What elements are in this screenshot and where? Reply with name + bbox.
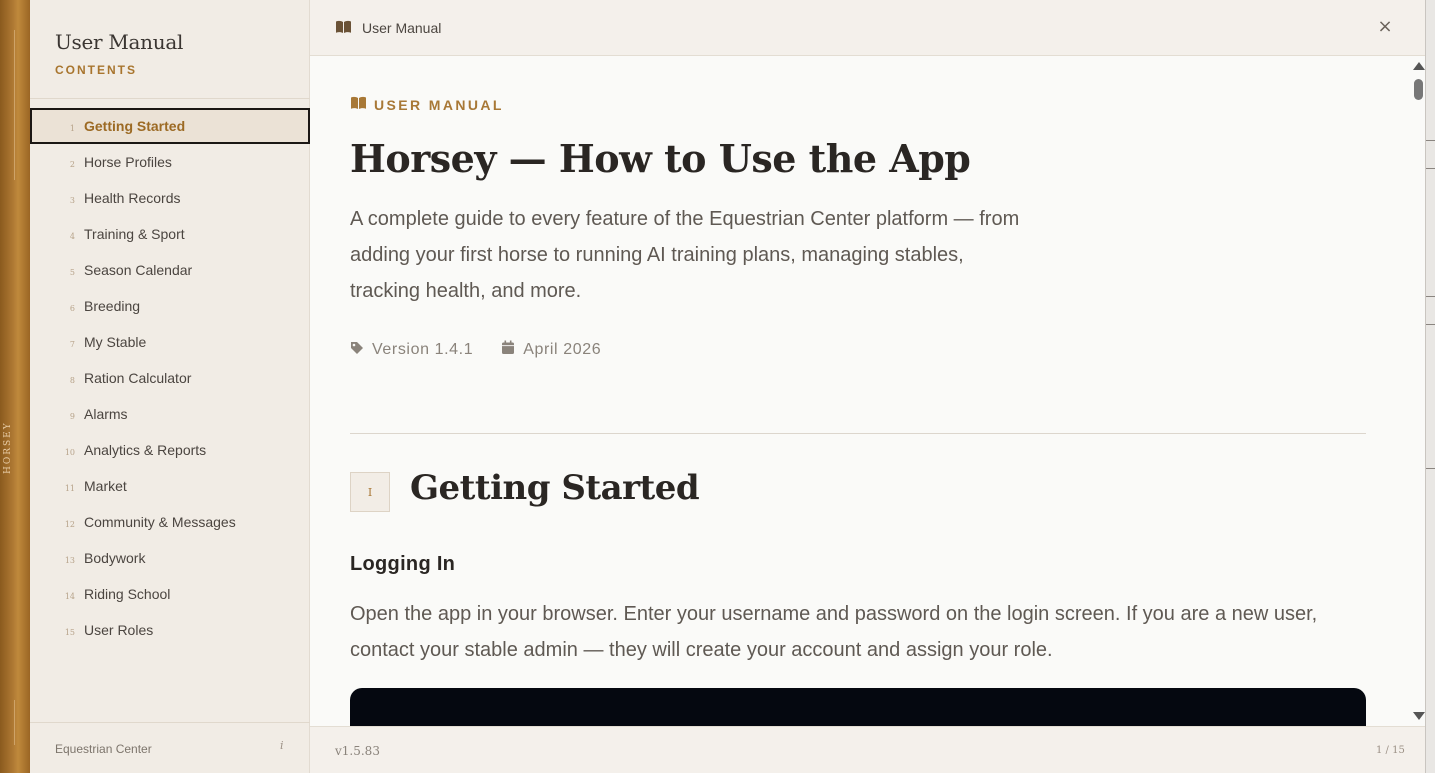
toc-number: 11 <box>64 483 75 493</box>
manual-sidebar: User Manual CONTENTS 1 Getting Started 2… <box>30 0 310 773</box>
edge-tick <box>1426 324 1435 325</box>
panel-title: User Manual <box>362 20 442 36</box>
subsection-title: Logging In <box>350 553 456 575</box>
manual-content: USER MANUAL Horsey — How to Use the App … <box>310 56 1410 726</box>
toc-label: Ration Calculator <box>84 370 192 386</box>
toc-label: Getting Started <box>84 118 186 134</box>
date-text: April 2026 <box>523 340 602 358</box>
toc-label: Bodywork <box>84 550 146 566</box>
scroll-down-arrow-icon[interactable] <box>1413 712 1425 720</box>
close-icon[interactable]: × <box>1376 16 1394 38</box>
date-meta: April 2026 <box>501 340 601 359</box>
toc-item-analytics-reports[interactable]: 10 Analytics & Reports <box>30 432 310 468</box>
spine-rule <box>14 700 15 745</box>
toc-item-bodywork[interactable]: 13 Bodywork <box>30 540 310 576</box>
toc-item-breeding[interactable]: 6 Breeding <box>30 288 310 324</box>
sidebar-footer: Equestrian Center i <box>30 722 310 773</box>
sidebar-title: User Manual <box>55 30 184 54</box>
toc-label: Alarms <box>84 406 128 422</box>
panel-header: User Manual × <box>310 0 1425 56</box>
toc-item-alarms[interactable]: 9 Alarms <box>30 396 310 432</box>
doc-meta: Version 1.4.1 April 2026 <box>350 340 629 359</box>
toc-number: 12 <box>64 519 75 529</box>
toc-number: 14 <box>64 591 75 601</box>
toc-number: 7 <box>69 339 75 349</box>
toc-label: Community & Messages <box>84 514 236 530</box>
version-text: Version 1.4.1 <box>372 340 474 358</box>
toc-label: Season Calendar <box>84 262 193 278</box>
toc-number: 4 <box>69 231 75 241</box>
edge-tick <box>1426 140 1435 141</box>
tag-icon <box>350 340 364 359</box>
toc-item-health-records[interactable]: 3 Health Records <box>30 180 310 216</box>
scroll-up-arrow-icon[interactable] <box>1413 62 1425 70</box>
edge-tick <box>1426 468 1435 469</box>
section-number-badge: I <box>350 472 390 512</box>
organization-name: Equestrian Center <box>55 742 152 756</box>
page-title: Horsey — How to Use the App <box>350 136 971 181</box>
book-icon <box>335 19 352 38</box>
toc-label: My Stable <box>84 334 147 350</box>
window-edge <box>1425 0 1435 773</box>
toc-number: 10 <box>64 447 75 457</box>
eyebrow-label: USER MANUAL <box>374 96 504 113</box>
toc-number: 13 <box>64 555 75 565</box>
app-version: v1.5.83 <box>335 744 380 758</box>
toc-label: Health Records <box>84 190 181 206</box>
book-icon <box>350 95 367 114</box>
edge-tick <box>1426 168 1435 169</box>
toc-item-community-messages[interactable]: 12 Community & Messages <box>30 504 310 540</box>
toc-label: Breeding <box>84 298 141 314</box>
toc-number: 8 <box>69 375 75 385</box>
eyebrow: USER MANUAL <box>350 95 504 114</box>
toc-item-ration-calculator[interactable]: 8 Ration Calculator <box>30 360 310 396</box>
toc-label: Analytics & Reports <box>84 442 207 458</box>
version-meta: Version 1.4.1 <box>350 340 473 359</box>
table-of-contents: 1 Getting Started 2 Horse Profiles 3 Hea… <box>30 108 310 648</box>
panel-footer: v1.5.83 1 / 15 <box>310 726 1425 773</box>
toc-number: 2 <box>69 159 75 169</box>
toc-item-my-stable[interactable]: 7 My Stable <box>30 324 310 360</box>
edge-tick <box>1426 296 1435 297</box>
toc-item-horse-profiles[interactable]: 2 Horse Profiles <box>30 144 310 180</box>
toc-label: Horse Profiles <box>84 154 172 170</box>
info-icon[interactable]: i <box>280 739 284 752</box>
toc-number: 6 <box>69 303 75 313</box>
toc-label: Training & Sport <box>84 226 185 242</box>
toc-label: Market <box>84 478 127 494</box>
divider <box>350 433 1366 434</box>
brand-spine: HORSEY <box>0 0 30 773</box>
toc-item-getting-started[interactable]: 1 Getting Started <box>30 108 310 144</box>
toc-number: 3 <box>69 195 75 205</box>
toc-item-user-roles[interactable]: 15 User Roles <box>30 612 310 648</box>
toc-number: 5 <box>69 267 75 277</box>
toc-item-season-calendar[interactable]: 5 Season Calendar <box>30 252 310 288</box>
toc-number: 9 <box>69 411 75 421</box>
scroll-thumb[interactable] <box>1414 79 1423 100</box>
toc-label: Riding School <box>84 586 171 602</box>
toc-item-training-sport[interactable]: 4 Training & Sport <box>30 216 310 252</box>
section-title: Getting Started <box>410 468 700 508</box>
media-preview <box>350 688 1366 726</box>
sidebar-header: User Manual CONTENTS <box>30 0 310 99</box>
scrollbar[interactable] <box>1410 56 1425 726</box>
spine-rule <box>14 30 15 180</box>
toc-item-riding-school[interactable]: 14 Riding School <box>30 576 310 612</box>
toc-item-market[interactable]: 11 Market <box>30 468 310 504</box>
toc-label: User Roles <box>84 622 154 638</box>
sidebar-subtitle: CONTENTS <box>55 63 137 77</box>
toc-number: 1 <box>69 123 75 133</box>
section-paragraph: Open the app in your browser. Enter your… <box>350 603 1318 661</box>
manual-panel: User Manual × USER MANUAL Horsey — How t… <box>310 0 1425 773</box>
calendar-icon <box>501 340 515 359</box>
toc-number: 15 <box>64 627 75 637</box>
page-lead: A complete guide to every feature of the… <box>350 208 1020 302</box>
spine-brand-text: HORSEY <box>3 421 13 475</box>
page-indicator: 1 / 15 <box>1376 745 1405 756</box>
